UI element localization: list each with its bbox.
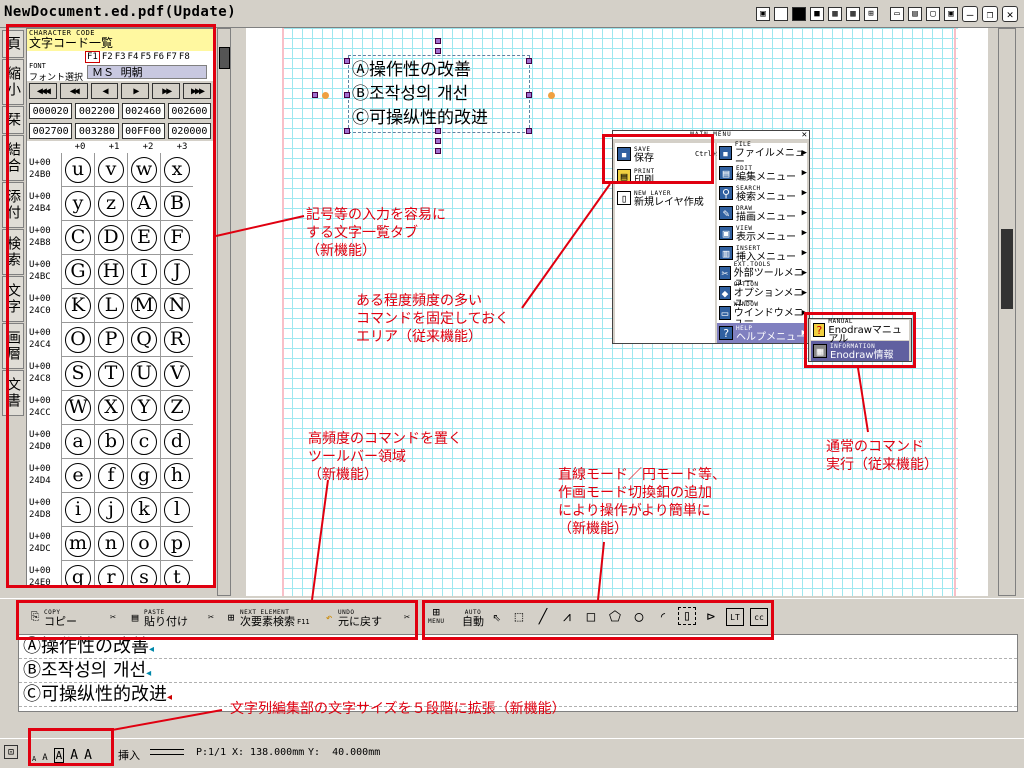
annotation-fixed-area: ある程度頻度の多い コマンドを固定しておく エリア（従来機能） <box>356 292 509 346</box>
annotation-line: （新機能） <box>308 467 378 483</box>
annotation-line: 直線モード／円モード等、 <box>558 467 726 483</box>
annotation-char-list: 記号等の入力を容易に する文字一覧タブ （新機能） <box>306 206 446 260</box>
annotation-draw-mode: 直線モード／円モード等、 作画モード切換釦の追加 により操作がより簡単に （新機… <box>558 466 726 538</box>
annotation-line: 作画モード切換釦の追加 <box>558 485 712 501</box>
annotation-line: エリア（従来機能） <box>356 329 482 345</box>
annotation-lines <box>111 183 869 731</box>
annotation-line: ツールバー領域 <box>308 449 406 465</box>
annotation-line: 記号等の入力を容易に <box>306 207 446 223</box>
connector-line <box>857 367 869 433</box>
annotation-line: により操作がより簡単に <box>558 503 711 519</box>
connector-line <box>597 541 605 601</box>
annotation-line: する文字一覧タブ <box>306 225 418 241</box>
annotation-line: ある程度頻度の多い <box>356 293 482 309</box>
connector-line <box>311 479 329 601</box>
annotation-line: 実行（従来機能） <box>826 457 938 473</box>
connector-line <box>521 183 611 309</box>
annotation-line: 高頻度のコマンドを置く <box>308 431 462 447</box>
annotation-normal-command: 通常のコマンド 実行（従来機能） <box>826 438 938 474</box>
connector-line <box>215 215 305 237</box>
annotation-text-size: 文字列編集部の文字サイズを５段階に拡張（新機能） <box>230 701 566 717</box>
annotation-line: （新機能） <box>306 243 376 259</box>
annotation-toolbar: 高頻度のコマンドを置く ツールバー領域 （新機能） <box>308 430 462 484</box>
annotation-line: コマンドを固定しておく <box>356 311 510 327</box>
connector-line <box>111 709 223 731</box>
annotation-line: （新機能） <box>558 521 628 537</box>
annotation-line: 通常のコマンド <box>826 439 924 455</box>
